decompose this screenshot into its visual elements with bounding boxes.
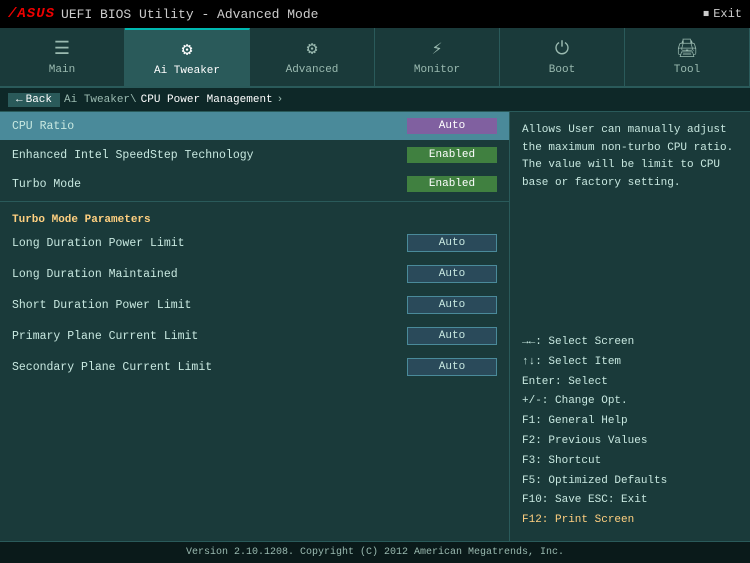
shortcut-f12: F12: Print Screen [522,511,738,531]
long-duration-power-value: Auto [407,234,497,252]
footer-text: Version 2.10.1208. Copyright (C) 2012 Am… [186,547,564,558]
shortcut-list: →←: Select Screen ↑↓: Select Item Enter:… [522,333,738,531]
tool-tab-icon: 🖨 [676,38,699,60]
ai-tweaker-tab-icon: ⚙ [182,39,193,61]
shortcut-f5: F5: Optimized Defaults [522,472,738,492]
primary-plane-value: Auto [407,327,497,345]
setting-speedstep[interactable]: Enhanced Intel SpeedStep Technology Enab… [0,141,509,170]
setting-secondary-plane[interactable]: Secondary Plane Current Limit Auto [0,352,509,383]
speedstep-label: Enhanced Intel SpeedStep Technology [12,149,254,162]
setting-short-duration-power[interactable]: Short Duration Power Limit Auto [0,290,509,321]
advanced-tab-icon: ⚙ [307,38,318,60]
long-duration-maintained-label: Long Duration Maintained [12,268,178,281]
main-tab-icon: ☰ [54,38,70,60]
breadcrumb-current: CPU Power Management [141,94,273,106]
logo-area: /ASUS UEFI BIOS Utility - Advanced Mode [8,6,318,22]
footer: Version 2.10.1208. Copyright (C) 2012 Am… [0,541,750,563]
cpu-ratio-value: Auto [407,118,497,134]
back-arrow-icon: ← [16,94,23,106]
tab-monitor-label: Monitor [414,64,460,76]
setting-primary-plane[interactable]: Primary Plane Current Limit Auto [0,321,509,352]
speedstep-value: Enabled [407,147,497,163]
tab-main[interactable]: ☰ Main [0,28,125,86]
shortcut-f3: F3: Shortcut [522,452,738,472]
breadcrumb-arrow: › [277,94,284,106]
tab-boot[interactable]: ⏻ Boot [500,28,625,86]
turbo-params-section: Turbo Mode Parameters [0,204,509,228]
tab-ai-tweaker[interactable]: ⚙ Ai Tweaker [125,28,250,86]
turbo-mode-label: Turbo Mode [12,178,81,191]
nav-tabs: ☰ Main ⚙ Ai Tweaker ⚙ Advanced ⚡ Monitor… [0,28,750,88]
shortcut-select-screen: →←: Select Screen [522,333,738,353]
short-duration-power-label: Short Duration Power Limit [12,299,191,312]
top-bar: /ASUS UEFI BIOS Utility - Advanced Mode … [0,0,750,28]
long-duration-maintained-value: Auto [407,265,497,283]
breadcrumb-path1: Ai Tweaker\ [64,94,137,106]
tab-tool[interactable]: 🖨 Tool [625,28,750,86]
primary-plane-label: Primary Plane Current Limit [12,330,198,343]
tab-tool-label: Tool [674,64,700,76]
exit-label: Exit [713,7,742,21]
secondary-plane-label: Secondary Plane Current Limit [12,361,212,374]
shortcut-f10: F10: Save ESC: Exit [522,491,738,511]
long-duration-power-label: Long Duration Power Limit [12,237,185,250]
shortcut-enter: Enter: Select [522,373,738,393]
left-panel: CPU Ratio Auto Enhanced Intel SpeedStep … [0,112,510,541]
shortcut-change-opt: +/-: Change Opt. [522,392,738,412]
turbo-params-label: Turbo Mode Parameters [12,214,151,226]
divider [0,201,509,202]
shortcut-f1: F1: General Help [522,412,738,432]
bios-title: UEFI BIOS Utility - Advanced Mode [61,7,318,22]
boot-tab-icon: ⏻ [555,39,569,60]
shortcut-f2: F2: Previous Values [522,432,738,452]
setting-long-duration-maintained[interactable]: Long Duration Maintained Auto [0,259,509,290]
exit-button[interactable]: ⏹ Exit [703,7,742,21]
turbo-mode-value: Enabled [407,176,497,192]
main-content: CPU Ratio Auto Enhanced Intel SpeedStep … [0,112,750,541]
back-button[interactable]: ← Back [8,93,60,107]
tab-boot-label: Boot [549,64,575,76]
right-panel: Allows User can manually adjust the maxi… [510,112,750,541]
tab-advanced[interactable]: ⚙ Advanced [250,28,375,86]
cpu-ratio-label: CPU Ratio [12,120,74,133]
exit-icon: ⏹ [703,7,709,21]
tab-ai-tweaker-label: Ai Tweaker [154,65,220,77]
setting-cpu-ratio[interactable]: CPU Ratio Auto [0,112,509,141]
shortcut-select-item: ↑↓: Select Item [522,353,738,373]
tab-main-label: Main [49,64,75,76]
breadcrumb: ← Back Ai Tweaker\ CPU Power Management … [0,88,750,112]
back-label: Back [26,94,52,106]
help-text: Allows User can manually adjust the maxi… [522,122,738,192]
secondary-plane-value: Auto [407,358,497,376]
tab-monitor[interactable]: ⚡ Monitor [375,28,500,86]
tab-advanced-label: Advanced [286,64,339,76]
asus-logo: /ASUS [8,6,55,22]
setting-long-duration-power[interactable]: Long Duration Power Limit Auto [0,228,509,259]
setting-turbo-mode[interactable]: Turbo Mode Enabled [0,170,509,199]
monitor-tab-icon: ⚡ [432,38,443,60]
short-duration-power-value: Auto [407,296,497,314]
